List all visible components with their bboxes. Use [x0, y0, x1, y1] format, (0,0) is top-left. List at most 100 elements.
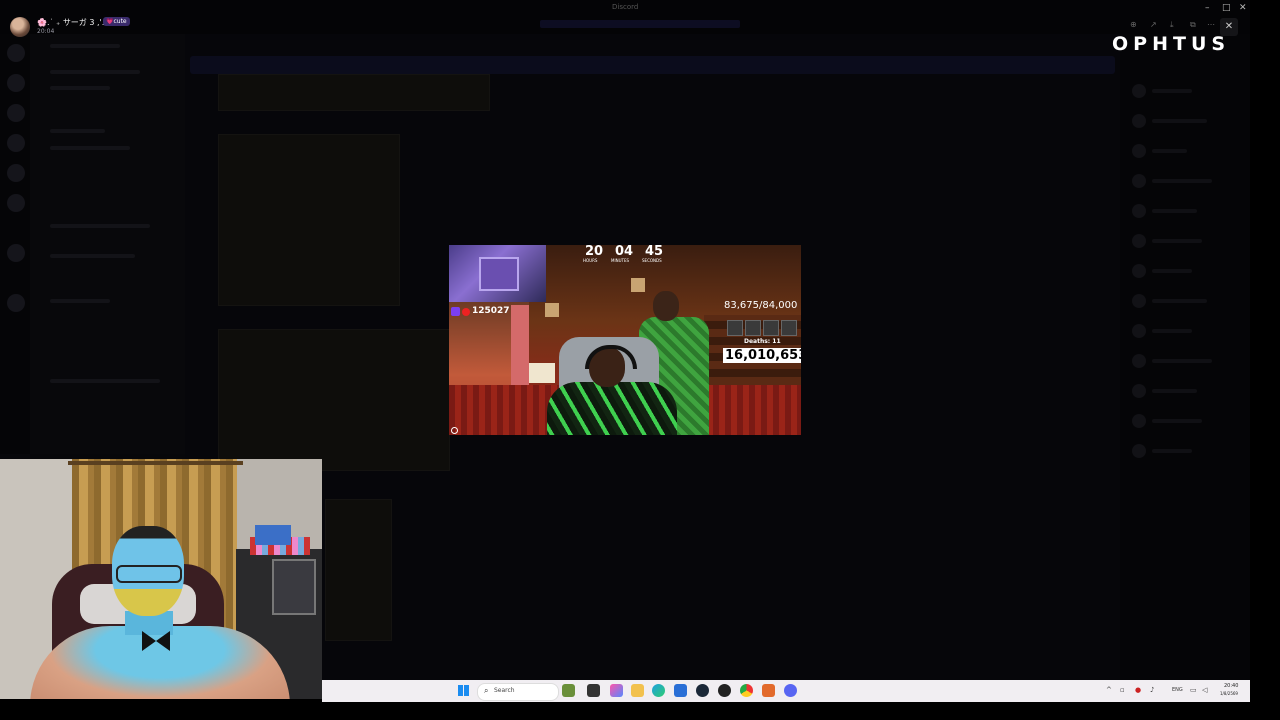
edge-icon[interactable]: [652, 684, 665, 697]
tray-app-icon[interactable]: ▫: [1120, 686, 1125, 694]
server-icon[interactable]: [7, 104, 25, 122]
channel-item[interactable]: [50, 129, 105, 133]
member-avatar[interactable]: [1132, 84, 1146, 98]
windows-start-icon[interactable]: [458, 685, 469, 696]
avatar[interactable]: [10, 17, 30, 37]
notepad-icon[interactable]: [562, 684, 575, 697]
member-avatar[interactable]: [1132, 174, 1146, 188]
chrome-icon[interactable]: [740, 684, 753, 697]
member-name[interactable]: [1152, 89, 1192, 93]
taskbar-search[interactable]: ⌕ Search: [477, 683, 559, 701]
member-name[interactable]: [1152, 209, 1197, 213]
message-image[interactable]: [218, 329, 450, 471]
webcam-overlay: [0, 459, 322, 699]
media-viewer-toolbar: ⊕ ↗ ⤓ ⧉ ⋯: [1125, 20, 1225, 34]
member-name[interactable]: [1152, 419, 1202, 423]
channel-item[interactable]: [50, 146, 130, 150]
member-avatar[interactable]: [1132, 444, 1146, 458]
server-icon[interactable]: [7, 294, 25, 312]
member-name[interactable]: [1152, 269, 1192, 273]
member-avatar[interactable]: [1132, 324, 1146, 338]
language-indicator[interactable]: ENG: [1172, 687, 1183, 693]
chevron-up-icon[interactable]: ^: [1106, 686, 1112, 694]
member-avatar[interactable]: [1132, 294, 1146, 308]
member-name[interactable]: [1152, 299, 1207, 303]
server-icon[interactable]: [7, 164, 25, 182]
more-icon[interactable]: ⋯: [1207, 20, 1215, 29]
game-icon[interactable]: [762, 684, 775, 697]
member-avatar[interactable]: [1132, 144, 1146, 158]
member-avatar[interactable]: [1132, 114, 1146, 128]
streamer-person: [30, 521, 290, 699]
member-avatar[interactable]: [1132, 204, 1146, 218]
member-name[interactable]: [1152, 119, 1207, 123]
item-icon: [781, 320, 797, 336]
item-icon: [763, 320, 779, 336]
minimize-icon[interactable]: –: [1205, 3, 1210, 13]
tray-app-icon[interactable]: ●: [1135, 686, 1141, 694]
stream-image[interactable]: 20 04 45 HOURS MINUTES SECONDS 125027 83…: [449, 245, 801, 435]
member-name[interactable]: [1152, 359, 1212, 363]
channel-item[interactable]: [50, 224, 150, 228]
timer-hours: 20: [585, 245, 604, 259]
member-name[interactable]: [1152, 149, 1187, 153]
person-head: [653, 291, 679, 321]
taskview-icon[interactable]: [587, 684, 600, 697]
bowtie-icon: [142, 631, 170, 651]
member-name[interactable]: [1152, 239, 1202, 243]
channel-item[interactable]: [50, 254, 135, 258]
maximize-icon[interactable]: □: [1222, 3, 1231, 13]
zoom-icon[interactable]: ⊕: [1130, 20, 1137, 29]
search-icon: ⌕: [484, 686, 489, 695]
window-close-icon[interactable]: ✕: [1239, 3, 1247, 13]
share-icon[interactable]: ↗: [1150, 20, 1157, 29]
message-image[interactable]: [218, 74, 490, 111]
download-icon[interactable]: ⤓: [1170, 20, 1174, 30]
server-icon[interactable]: [7, 244, 25, 262]
timer-seconds-label: SECONDS: [642, 258, 662, 263]
member-name[interactable]: [1152, 389, 1197, 393]
clock-date[interactable]: 1/8/2569: [1220, 691, 1238, 696]
message-image[interactable]: [218, 134, 400, 306]
member-avatar[interactable]: [1132, 384, 1146, 398]
timer-minutes: 04: [615, 245, 634, 259]
timestamp: 20:04: [37, 28, 55, 35]
channel-item[interactable]: [50, 70, 140, 74]
game-minimap: [449, 245, 546, 302]
copilot-icon[interactable]: [610, 684, 623, 697]
member-name[interactable]: [1152, 329, 1192, 333]
search-placeholder: Search: [494, 687, 515, 694]
volume-icon[interactable]: ◁: [1202, 686, 1207, 694]
member-avatar[interactable]: [1132, 234, 1146, 248]
discord-icon[interactable]: [784, 684, 797, 697]
minimap-structure: [479, 257, 519, 291]
member-name[interactable]: [1152, 179, 1212, 183]
server-icon[interactable]: [7, 194, 25, 212]
member-avatar[interactable]: [1132, 354, 1146, 368]
streamer-name[interactable]: 🌸.˙ ₊ サーガ 3 ,'...: [37, 17, 109, 28]
obs-icon[interactable]: [718, 684, 731, 697]
member-name[interactable]: [1152, 449, 1192, 453]
channel-item[interactable]: [50, 44, 120, 48]
server-icon[interactable]: [7, 134, 25, 152]
member-avatar[interactable]: [1132, 264, 1146, 278]
clock-time[interactable]: 20:40: [1224, 683, 1238, 689]
message-image[interactable]: [325, 499, 392, 641]
network-icon[interactable]: ▭: [1190, 686, 1197, 694]
open-external-icon[interactable]: ⧉: [1190, 20, 1196, 30]
member-avatar[interactable]: [1132, 414, 1146, 428]
store-icon[interactable]: [674, 684, 687, 697]
person-body: [547, 382, 677, 435]
channel-item[interactable]: [50, 86, 110, 90]
twitch-icon: [451, 307, 460, 316]
server-icon[interactable]: [7, 44, 25, 62]
microphone-icon[interactable]: ♪: [1150, 686, 1154, 694]
steam-icon[interactable]: [696, 684, 709, 697]
death-counter: Deaths: 11: [744, 338, 781, 345]
server-icon[interactable]: [7, 74, 25, 92]
folder-icon[interactable]: [631, 684, 644, 697]
window-title: Discord: [612, 3, 639, 11]
settings-icon[interactable]: [451, 427, 458, 434]
channel-item[interactable]: [50, 299, 110, 303]
channel-item[interactable]: [50, 379, 160, 383]
